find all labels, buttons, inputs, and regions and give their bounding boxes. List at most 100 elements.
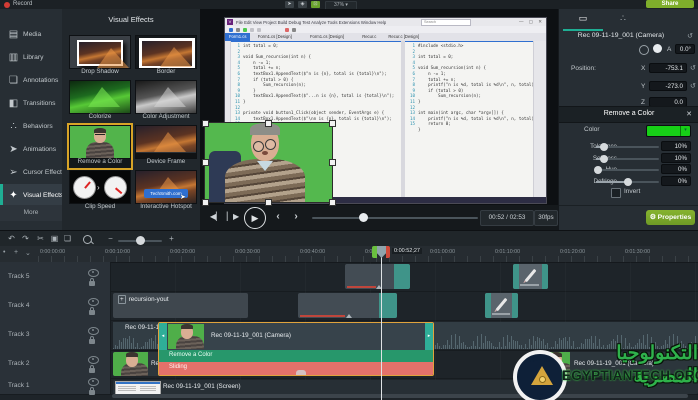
step-forward-button[interactable]: ▏▶ (225, 210, 241, 224)
timeline-zoom-knob[interactable] (136, 236, 145, 245)
effect-item-hotspot[interactable]: TechSmith.com➤Interactive Hotspot (135, 170, 197, 213)
slider-value-field[interactable]: 0% (661, 164, 691, 174)
selection-handle[interactable] (329, 120, 336, 127)
tab-transform-properties[interactable]: ▭ (563, 13, 603, 31)
invert-checkbox[interactable] (611, 188, 621, 198)
close-effect-icon[interactable]: ✕ (686, 110, 692, 118)
eye-icon[interactable] (88, 378, 99, 386)
zoom-out-button[interactable]: − (104, 233, 117, 245)
defringe-slider[interactable] (596, 181, 659, 183)
selection-handle[interactable] (329, 159, 336, 166)
add-track-icon[interactable]: + (14, 249, 18, 256)
lock-icon[interactable] (89, 390, 95, 395)
sidebar-item-transitions[interactable]: ◧Transitions (0, 92, 62, 115)
reset-all-icon[interactable]: ↺ (687, 32, 693, 40)
timeline-ruler[interactable]: • + ⌄ 0:00:00:000:00:10:000:00:20:000:00… (0, 246, 698, 263)
drag-grip[interactable] (296, 370, 306, 375)
effect-bar-sliding[interactable]: Sliding (159, 362, 433, 375)
playhead-in-handle[interactable] (372, 246, 377, 258)
slider-knob[interactable] (594, 166, 602, 174)
clip-track4-image[interactable] (485, 293, 518, 318)
selection-handle[interactable] (202, 199, 209, 206)
playhead-line[interactable] (381, 246, 382, 400)
clip-handle[interactable] (394, 264, 410, 289)
effect-item-clock[interactable]: ›Clip Speed (69, 170, 131, 213)
clip-handle[interactable] (542, 264, 548, 289)
tab-behaviors-properties[interactable]: ∴ (603, 13, 643, 29)
selection-handle[interactable] (202, 120, 209, 127)
slider-value-field[interactable]: 10% (661, 141, 691, 151)
lock-icon[interactable] (89, 339, 95, 344)
horizontal-scrollbar[interactable] (112, 394, 688, 398)
sidebar-item-animations[interactable]: ➤Animations (0, 138, 62, 161)
softness-slider[interactable] (596, 158, 659, 160)
y-field[interactable]: -273.0 (649, 81, 687, 91)
play-button[interactable]: ▶ (244, 207, 266, 229)
zoom-in-button[interactable]: + (165, 233, 178, 245)
sidebar-item-annotations[interactable]: ❏Annotations (0, 69, 62, 92)
record-icon[interactable] (4, 2, 10, 8)
clip-handle[interactable] (512, 293, 518, 318)
clip-recursion[interactable]: +recursion-yout (113, 293, 248, 318)
slider-value-field[interactable]: 0% (661, 176, 691, 186)
slider-knob[interactable] (600, 155, 608, 163)
camera-overlay[interactable] (205, 123, 332, 202)
chevron-down-icon[interactable]: ▾ (680, 126, 690, 136)
selection-handle[interactable] (265, 120, 272, 127)
clip-handle[interactable] (485, 293, 491, 318)
effect-item-device[interactable]: Device Frame (135, 125, 197, 168)
cursor-tool-icon[interactable]: ➤ (285, 1, 294, 8)
sidebar-item-cursor-effects[interactable]: ➢Cursor Effects (0, 161, 62, 184)
sidebar-item-media[interactable]: ▤Media (0, 23, 62, 46)
clip-screen[interactable]: Rec 09-11-19_001 (Screen) (113, 380, 698, 394)
slider-value-field[interactable]: 10% (661, 153, 691, 163)
lock-icon[interactable] (89, 368, 95, 373)
rotation-field[interactable]: 0.0° (675, 44, 695, 54)
slider-knob[interactable] (624, 178, 632, 186)
rotation-dial-icon[interactable] (639, 45, 649, 55)
sidebar-item-library[interactable]: ▥Library (0, 46, 62, 69)
scrubber-handle[interactable] (359, 213, 368, 222)
effect-item-drop-shadow[interactable]: Drop Shadow (69, 35, 131, 78)
y-reset-icon[interactable]: ↺ (690, 82, 696, 90)
eye-icon[interactable] (88, 269, 99, 277)
scrubber-track[interactable] (312, 217, 478, 219)
tolerance-slider[interactable] (596, 146, 659, 148)
effect-item-border[interactable]: Border (135, 35, 197, 78)
sidebar-item-behaviors[interactable]: ∴Behaviors (0, 115, 62, 138)
step-back-button[interactable]: ◀▏ (208, 210, 224, 224)
share-button[interactable]: Share (646, 0, 694, 8)
eye-icon[interactable] (88, 356, 99, 364)
x-field[interactable]: -753.1 (649, 63, 687, 73)
chevron-down-icon[interactable]: ⌄ (25, 249, 31, 257)
undo-icon[interactable]: ↶ (5, 233, 18, 245)
cut-icon[interactable]: ✂ (34, 233, 47, 245)
clip-handle[interactable] (513, 264, 519, 289)
eye-icon[interactable] (88, 327, 99, 335)
magnet-tool-icon[interactable]: ◈ (298, 1, 307, 8)
paste-icon[interactable]: ❏ (61, 233, 74, 245)
playhead-out-handle[interactable] (386, 246, 390, 258)
x-reset-icon[interactable]: ↺ (690, 64, 696, 72)
previous-marker-button[interactable]: ‹ (270, 210, 286, 224)
lock-icon[interactable] (89, 310, 95, 315)
clip-camera-right[interactable]: Rec 09-11-19_001 (Camera) (538, 352, 698, 376)
next-marker-button[interactable]: › (288, 210, 304, 224)
clip-trim-handle-right[interactable]: ▸ (425, 323, 433, 350)
lock-icon[interactable] (89, 281, 95, 286)
copy-icon[interactable]: ▣ (48, 233, 61, 245)
clip-camera-selected[interactable]: Rec 09-11-19_001 (Camera)◂▸Remove a Colo… (158, 322, 434, 376)
effect-item-colorize[interactable]: Colorize (69, 80, 131, 123)
sidebar-more-button[interactable]: More (0, 205, 62, 221)
record-label[interactable]: Record (13, 1, 32, 7)
hue-slider[interactable] (596, 169, 659, 171)
redo-icon[interactable]: ↷ (19, 233, 32, 245)
marker-icon[interactable]: • (3, 249, 5, 256)
clip-trim-handle-left[interactable]: ◂ (159, 323, 167, 350)
crop-tool-icon[interactable]: ⊡ (311, 1, 320, 8)
clip-track5-media[interactable] (345, 264, 410, 289)
selection-handle[interactable] (265, 199, 272, 206)
rotation-knob[interactable] (653, 44, 662, 53)
effect-bar-remove-color[interactable]: Remove a Color (159, 350, 433, 362)
selection-handle[interactable] (329, 199, 336, 206)
